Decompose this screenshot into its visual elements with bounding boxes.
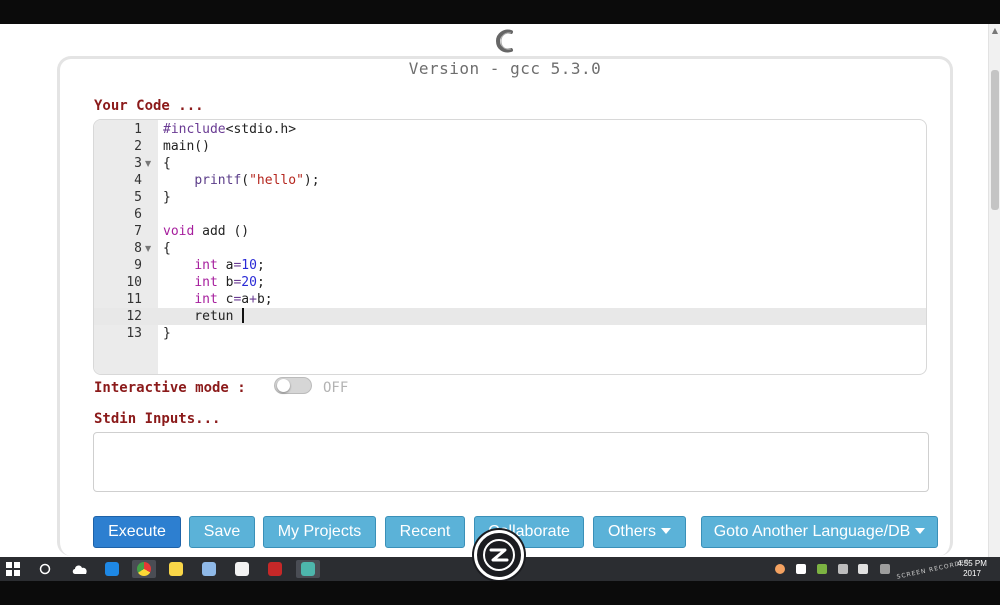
chrome-app-icon[interactable] (132, 560, 156, 578)
line-number: 1 (134, 122, 142, 137)
line-number: 4 (134, 173, 142, 188)
mcafee-app-icon[interactable] (263, 560, 287, 578)
c-language-logo-icon (495, 29, 513, 53)
code-line[interactable]: 3 ▼ { (94, 155, 926, 172)
code-text: int c=a+b; (194, 292, 273, 307)
your-code-label: Your Code ... (94, 98, 204, 114)
code-line[interactable]: 11 int c=a+b; (94, 291, 926, 308)
interactive-mode-toggle[interactable] (274, 377, 312, 394)
code-line[interactable]: 10 int b=20; (94, 274, 926, 291)
code-line[interactable]: 4 printf("hello"); (94, 172, 926, 189)
code-line[interactable]: 7 void add () (94, 223, 926, 240)
recent-button[interactable]: Recent (385, 516, 465, 548)
cloud-icon[interactable] (70, 560, 90, 578)
fold-arrow-icon[interactable]: ▼ (145, 155, 151, 172)
line-number: 11 (126, 292, 142, 307)
interactive-mode-label: Interactive mode : (94, 380, 246, 396)
goto-language-label: Goto Another Language/DB (713, 523, 911, 540)
line-number: 6 (134, 207, 142, 222)
code-text: { (163, 156, 171, 171)
code-line[interactable]: 9 int a=10; (94, 257, 926, 274)
stdin-input[interactable] (93, 432, 929, 492)
execute-button[interactable]: Execute (93, 516, 181, 548)
code-editor[interactable]: 1 #include<stdio.h> 2 main() 3 ▼{4 printf("he… (93, 119, 927, 375)
code-line[interactable]: 12 retun (94, 308, 926, 325)
line-number: 12 (126, 309, 142, 324)
code-text: #include<stdio.h> (163, 122, 297, 137)
video-bottom-bar (0, 581, 1000, 605)
notes-app-icon[interactable] (164, 560, 188, 578)
toggle-knob (277, 379, 290, 392)
text-cursor (242, 308, 245, 323)
others-label: Others (607, 523, 656, 540)
recorder-logo-icon (483, 539, 515, 571)
goto-language-dropdown-button[interactable]: Goto Another Language/DB (701, 516, 938, 548)
clock-date: 2017 (963, 569, 981, 578)
line-number: 10 (126, 275, 142, 290)
volume-tray-icon[interactable] (858, 564, 868, 574)
others-dropdown-button[interactable]: Others (593, 516, 686, 548)
code-text: { (163, 241, 171, 256)
code-text: } (163, 190, 171, 205)
line-number: 5 (134, 190, 142, 205)
browser-top-bar (0, 0, 1000, 24)
edge-app-icon[interactable] (100, 560, 124, 578)
code-line[interactable]: 5} (94, 189, 926, 206)
line-number: 8 (134, 241, 142, 256)
search-circle-icon[interactable] (37, 560, 53, 578)
code-text: void add () (163, 224, 250, 239)
code-text: } (163, 326, 171, 341)
screen-app-icon[interactable] (296, 560, 320, 578)
code-line[interactable]: 1 #include<stdio.h> (94, 121, 926, 138)
code-text: printf("hello"); (194, 173, 320, 188)
page-scrollbar[interactable]: ▲ (988, 24, 1000, 557)
line-number: 7 (134, 224, 142, 239)
windows-start-icon[interactable] (5, 560, 21, 578)
scroll-up-arrow-icon[interactable]: ▲ (991, 26, 999, 36)
line-number: 3 (134, 156, 142, 171)
display-tray-icon[interactable] (838, 564, 848, 574)
battery-tray-icon[interactable] (817, 564, 827, 574)
code-line[interactable]: 8 ▼ { (94, 240, 926, 257)
interactive-mode-state: OFF (323, 380, 349, 396)
tools-app-icon[interactable] (230, 560, 254, 578)
line-number: 2 (134, 139, 142, 154)
code-text: int b=20; (194, 275, 265, 290)
stdin-inputs-label: Stdin Inputs... (94, 411, 221, 427)
code-line[interactable]: 13} (94, 325, 926, 342)
my-projects-button[interactable]: My Projects (263, 516, 376, 548)
code-text: int a=10; (194, 258, 265, 273)
paint-app-icon[interactable] (197, 560, 221, 578)
code-text: retun (163, 308, 245, 325)
caret-down-icon (915, 528, 926, 534)
network-tray-icon[interactable] (880, 564, 890, 574)
screen-recorder-badge (474, 530, 524, 580)
antivirus-tray-icon[interactable] (775, 564, 785, 574)
code-line[interactable]: 6 (94, 206, 926, 223)
save-button[interactable]: Save (189, 516, 255, 548)
line-number: 13 (126, 326, 142, 341)
line-number: 9 (134, 258, 142, 273)
shield-tray-icon[interactable] (796, 564, 806, 574)
fold-arrow-icon[interactable]: ▼ (145, 240, 151, 257)
code-line[interactable]: 2 main() (94, 138, 926, 155)
scroll-thumb[interactable] (991, 70, 999, 210)
code-text: main() (163, 139, 210, 154)
caret-down-icon (661, 528, 671, 534)
